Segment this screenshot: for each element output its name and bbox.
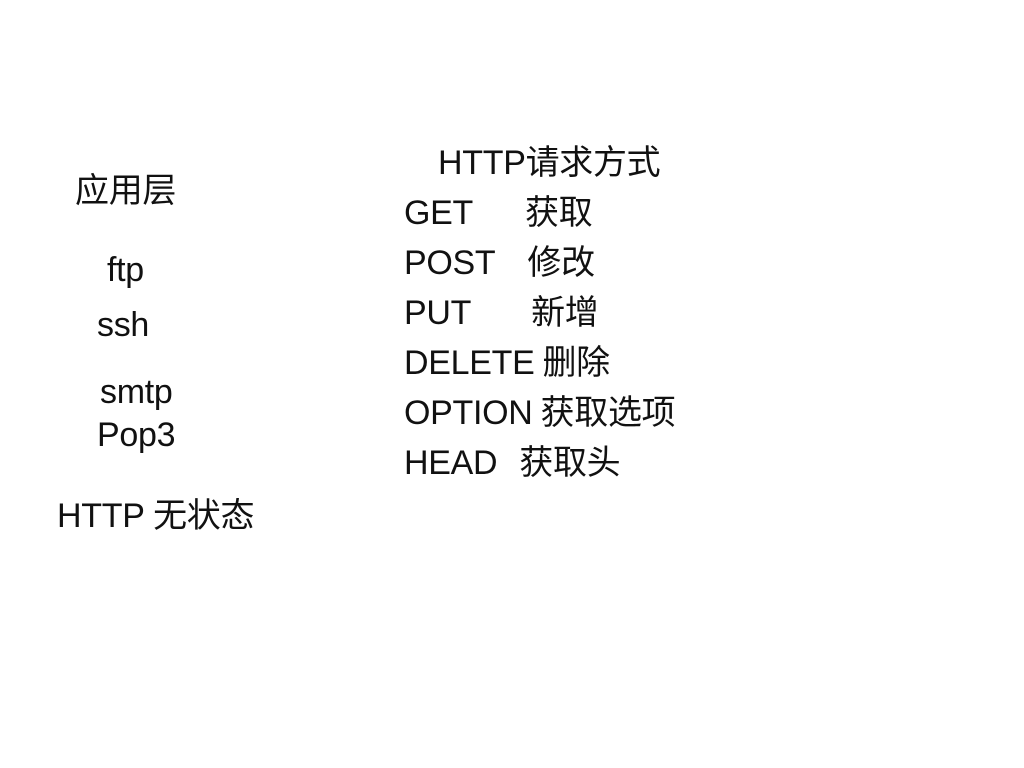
- method-name: HEAD: [404, 444, 498, 482]
- protocol-ssh: ssh: [97, 306, 150, 344]
- http-methods-title: HTTP请求方式: [438, 144, 661, 182]
- method-name: PUT: [404, 294, 472, 332]
- slide: 应用层 ftp ssh smtp Pop3 HTTP 无状态 HTTP请求方式 …: [0, 0, 1024, 768]
- method-name: OPTION: [404, 394, 533, 432]
- method-row-post: POST 修改: [404, 243, 595, 293]
- method-desc: 获取选项: [540, 394, 676, 432]
- method-desc: 修改: [527, 244, 595, 282]
- protocol-ftp: ftp: [107, 251, 144, 289]
- protocol-pop3: Pop3: [97, 416, 176, 454]
- application-layer-title: 应用层: [75, 172, 177, 210]
- method-desc: 获取: [525, 194, 593, 232]
- method-row-option: OPTION 获取选项: [404, 393, 676, 443]
- protocol-smtp: smtp: [100, 373, 173, 411]
- http-stateless-note: HTTP 无状态: [57, 497, 255, 535]
- method-desc: 新增: [531, 294, 599, 332]
- method-desc: 获取头: [519, 444, 621, 482]
- method-row-delete: DELETE 删除: [404, 343, 610, 393]
- method-row-head: HEAD 获取头: [404, 443, 621, 493]
- method-desc: 删除: [542, 344, 610, 382]
- method-name: DELETE: [404, 344, 535, 382]
- method-name: POST: [404, 244, 496, 282]
- method-name: GET: [404, 194, 473, 232]
- method-row-get: GET 获取: [404, 193, 593, 243]
- method-row-put: PUT 新增: [404, 293, 599, 343]
